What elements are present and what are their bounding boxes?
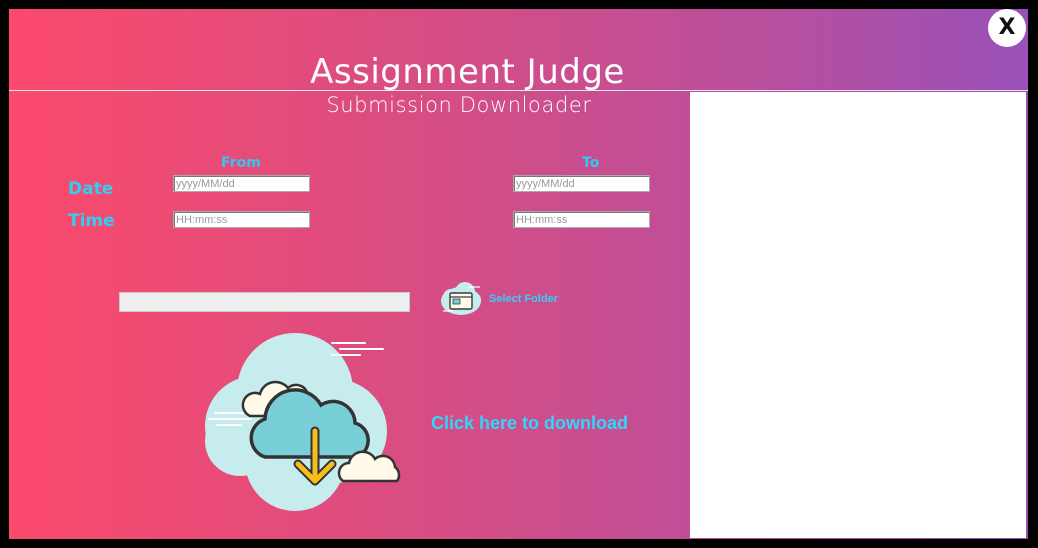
from-header: From [221, 155, 261, 171]
download-button[interactable] [195, 331, 415, 519]
to-date-input[interactable] [513, 175, 650, 192]
page-subtitle: Submission Downloader [326, 93, 592, 117]
close-button[interactable]: X [988, 9, 1026, 47]
download-link[interactable]: Click here to download [431, 413, 628, 434]
output-panel [690, 92, 1026, 538]
folder-cloud-icon [441, 282, 481, 315]
from-time-input[interactable] [173, 211, 310, 228]
select-folder-button[interactable]: Select Folder [439, 280, 558, 318]
to-header: To [582, 155, 600, 171]
app-window: Assignment Judge X Submission Downloader… [9, 9, 1028, 539]
date-label: Date [68, 179, 114, 199]
from-date-input[interactable] [173, 175, 310, 192]
window-title: Assignment Judge [310, 52, 625, 92]
folder-path-field[interactable] [119, 292, 410, 312]
time-label: Time [68, 211, 115, 231]
close-icon: X [998, 15, 1016, 40]
to-time-input[interactable] [513, 211, 650, 228]
cloud-download-icon [205, 333, 401, 511]
select-folder-label: Select Folder [489, 293, 559, 305]
title-divider [9, 90, 1028, 91]
